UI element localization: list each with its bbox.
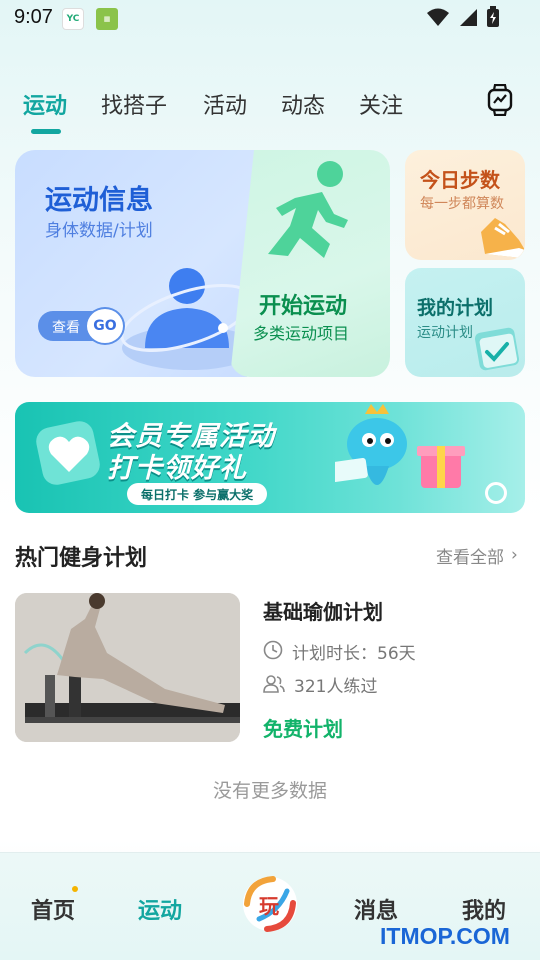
nav-dot-decoration	[72, 886, 78, 892]
clock-icon	[263, 640, 283, 660]
smartwatch-icon[interactable]	[486, 84, 514, 116]
runner-icon	[268, 161, 348, 258]
see-label: 查看	[52, 320, 80, 336]
today-steps-card[interactable]: 今日步数 每一步都算数	[405, 150, 525, 260]
banner-ring-decoration	[485, 482, 507, 504]
bottom-nav: 首页 运动 玩 消息 我的 ITMOP.COM	[0, 852, 540, 960]
sport-info-title: 运动信息	[45, 185, 153, 216]
sneaker-icon	[481, 218, 525, 258]
mascot-illustration	[335, 404, 465, 488]
popular-plans-title: 热门健身计划	[15, 546, 148, 571]
signal-icon	[460, 9, 477, 26]
users-icon	[263, 675, 285, 693]
chevron-right-icon[interactable]: ›	[511, 545, 518, 565]
svg-text:玩: 玩	[259, 894, 279, 918]
tab-active-indicator	[31, 129, 61, 134]
plan-price: 免费计划	[263, 717, 343, 741]
center-logo-icon[interactable]: 玩	[239, 873, 301, 935]
nav-sport[interactable]: 运动	[138, 893, 182, 925]
sport-info-subtitle: 身体数据/计划	[45, 221, 153, 241]
start-workout-subtitle: 多类运动项目	[253, 324, 350, 343]
heart-badge-icon	[36, 421, 100, 485]
no-more-data-text: 没有更多数据	[212, 780, 327, 802]
start-workout-card[interactable]: 开始运动 多类运动项目	[230, 150, 390, 377]
yoga-plan-photo[interactable]	[15, 593, 240, 742]
go-button[interactable]: GO	[85, 307, 125, 345]
plan-name[interactable]: 基础瑜伽计划	[263, 596, 383, 625]
top-tabs: 运动 找搭子 活动 动态 关注	[0, 88, 540, 138]
tab-feed[interactable]: 动态	[281, 88, 325, 120]
status-icons	[426, 6, 500, 28]
wifi-icon	[427, 8, 449, 26]
watermark-text: ITMOP.COM	[380, 923, 510, 949]
nav-home[interactable]: 首页	[31, 893, 75, 925]
yoga-figure-illustration	[15, 593, 240, 742]
app-notification-icon: ▦	[96, 8, 118, 30]
tab-activity[interactable]: 活动	[203, 88, 247, 120]
my-plan-subtitle: 运动计划	[417, 325, 473, 341]
status-bar: 9:07 YC ▦	[0, 0, 540, 36]
battery-icon	[487, 6, 499, 27]
see-all-link[interactable]: 查看全部	[436, 543, 504, 568]
tab-follow[interactable]: 关注	[359, 88, 403, 120]
banner-title-line2: 打卡领好礼	[107, 453, 247, 484]
banner-tag: 每日打卡 参与赢大奖	[127, 483, 268, 505]
today-steps-title: 今日步数	[420, 168, 500, 192]
start-workout-title: 开始运动	[259, 294, 348, 319]
app-notification-icon: YC	[62, 8, 84, 30]
my-plan-card[interactable]: 我的计划 运动计划	[405, 268, 525, 377]
nav-mine[interactable]: 我的	[462, 893, 506, 925]
status-time: 9:07	[14, 6, 53, 28]
calendar-check-icon	[474, 327, 520, 371]
my-plan-title: 我的计划	[417, 297, 494, 319]
tab-find-partner[interactable]: 找搭子	[101, 88, 167, 120]
tab-sport[interactable]: 运动	[23, 88, 67, 120]
nav-messages[interactable]: 消息	[354, 893, 398, 925]
member-activity-banner[interactable]: 会员专属活动 打卡领好礼 每日打卡 参与赢大奖	[15, 402, 525, 513]
plan-participants: 321人练过	[294, 677, 378, 697]
plan-duration: 计划时长：56天	[292, 644, 416, 664]
